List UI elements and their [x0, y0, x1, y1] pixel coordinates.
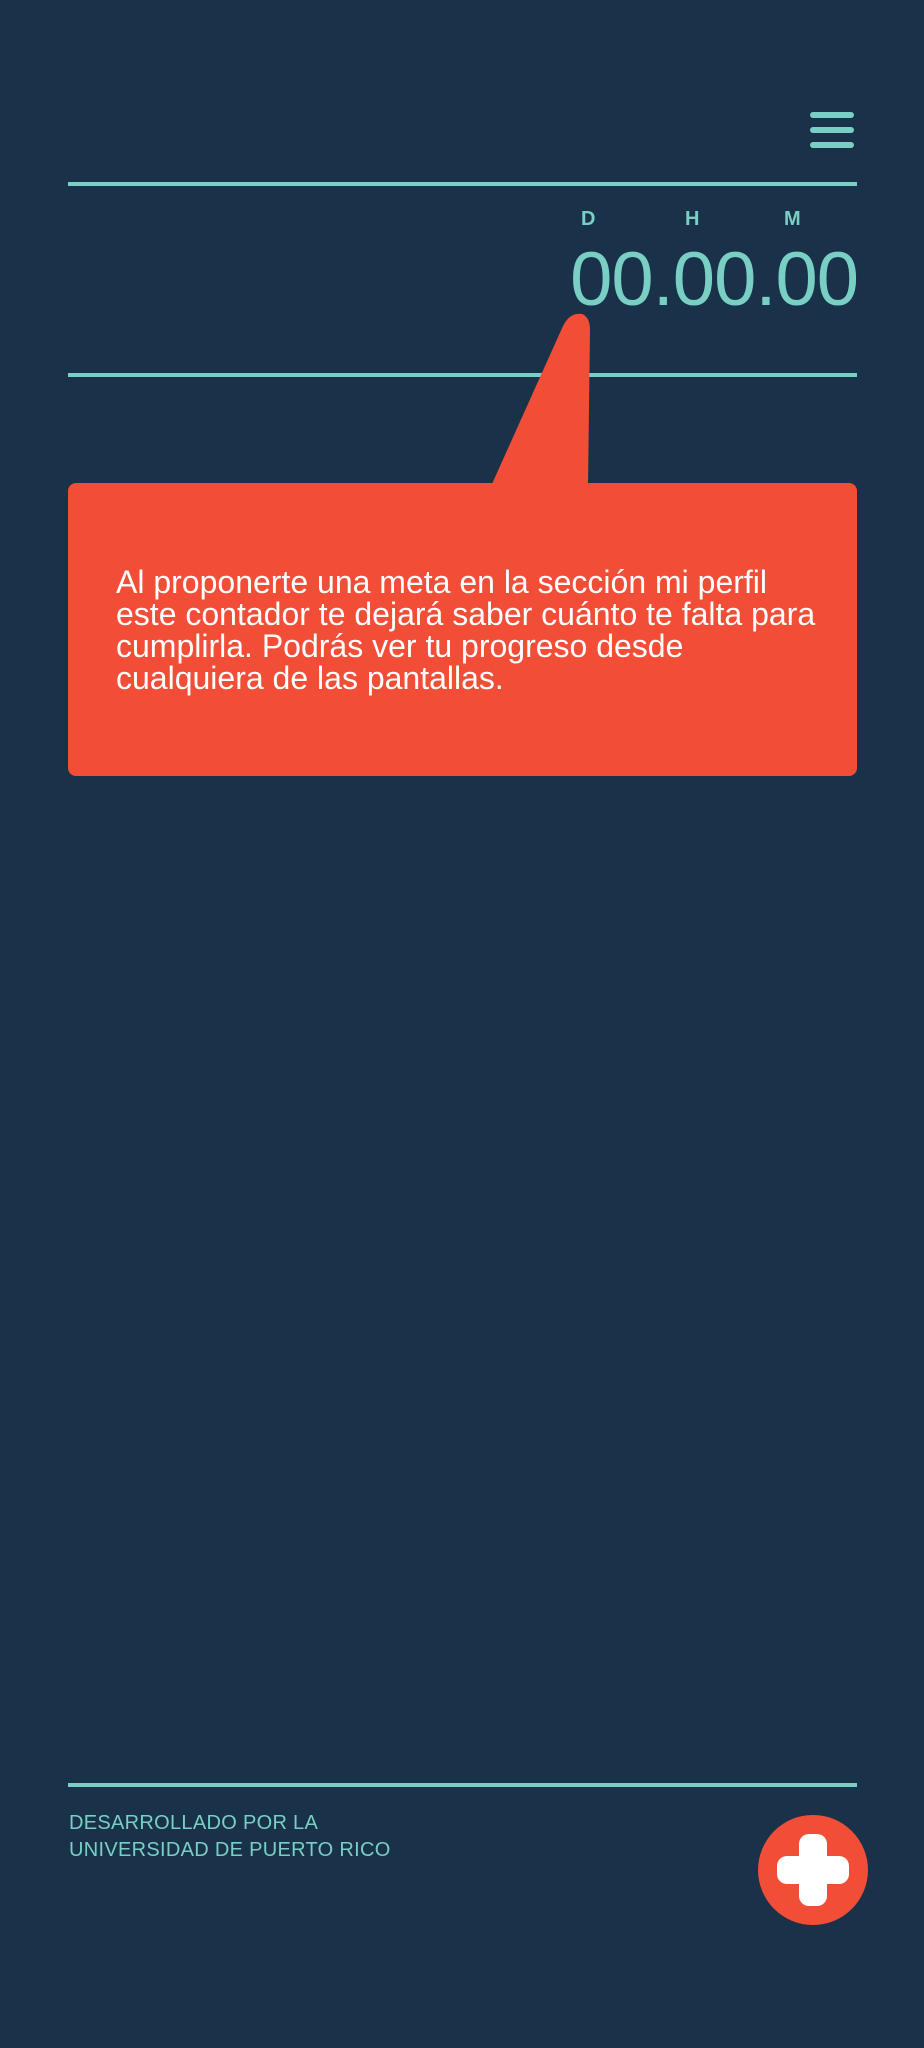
add-button[interactable]: [758, 1815, 868, 1925]
footer-divider: [68, 1783, 857, 1787]
tooltip-pointer: [492, 313, 590, 486]
developer-credit: DESARROLLADO POR LA UNIVERSIDAD DE PUERT…: [69, 1810, 391, 1864]
tooltip-text: Al proponerte una meta en la sección mi …: [116, 564, 816, 696]
onboarding-tooltip: Al proponerte una meta en la sección mi …: [68, 483, 857, 776]
credit-line-2: UNIVERSIDAD DE PUERTO RICO: [69, 1839, 391, 1861]
plus-icon-vertical: [799, 1834, 827, 1906]
credit-line-1: DESARROLLADO POR LA: [69, 1812, 319, 1834]
